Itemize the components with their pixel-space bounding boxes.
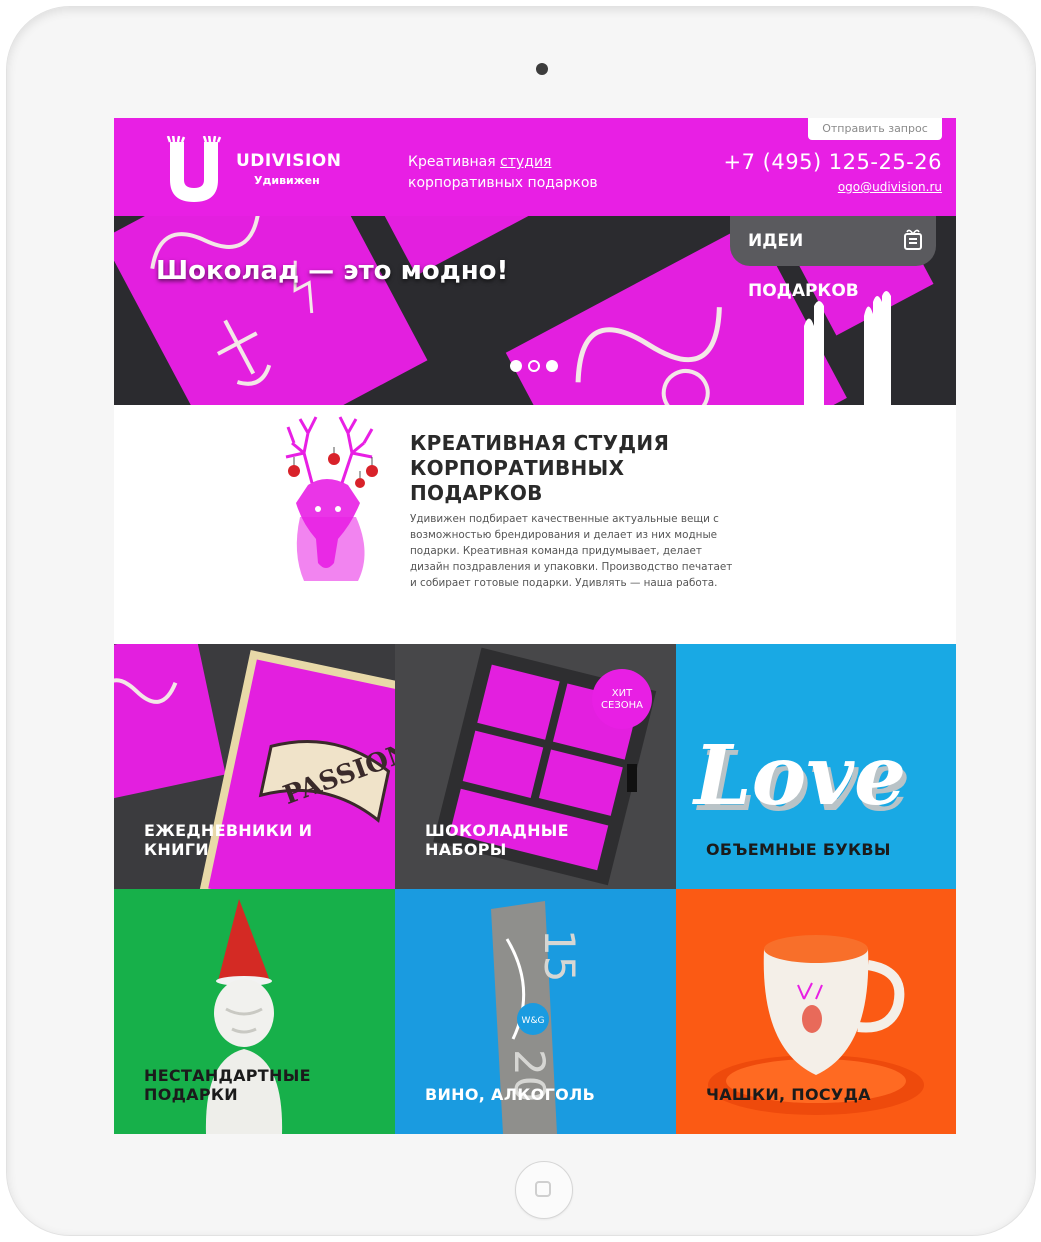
category-label-chocolate: ШОКОЛАДНЫЕ НАБОРЫ — [425, 821, 569, 859]
category-tile-wine[interactable]: W&G 15 20 ВИНО, АЛКОГОЛЬ — [395, 889, 676, 1134]
category-tile-diaries[interactable]: PASSION ЕЖЕДНЕВНИКИ И КНИГИ — [114, 644, 395, 889]
front-camera — [536, 63, 548, 75]
udivision-logo-icon[interactable] — [166, 136, 222, 206]
header-tagline: Креативная студия корпоративных подарков — [408, 152, 598, 194]
about-description: Удивижен подбирает качественные актуальн… — [410, 513, 733, 589]
about-title: КРЕАТИВНАЯ СТУДИЯ КОРПОРАТИВНЫХ ПОДАРКОВ — [410, 431, 670, 505]
home-button[interactable] — [515, 1161, 573, 1219]
category-tile-letters[interactable]: Love Love ОБЪЕМНЫЕ БУКВЫ — [676, 644, 956, 889]
hero-title: Шоколад — это модно! — [156, 256, 509, 286]
category-label-wine: ВИНО, АЛКОГОЛЬ — [425, 1085, 596, 1104]
brand-subtitle: Удивижен — [254, 174, 320, 187]
gift-ideas-label: ИДЕИ ПОДАРКОВ — [748, 231, 859, 301]
brand-name: UDIVISION — [236, 151, 342, 171]
hit-season-badge: ХИТ СЕЗОНА — [592, 669, 652, 729]
phone-number[interactable]: +7 (495) 125-25-26 — [724, 150, 942, 174]
category-tile-chocolate[interactable]: ХИТ СЕЗОНА ШОКОЛАДНЫЕ НАБОРЫ — [395, 644, 676, 889]
tagline-studio-link[interactable]: студия — [500, 154, 551, 170]
tagline-line2: корпоративных подарков — [408, 175, 598, 191]
site-header: UDIVISION Удивижен Креативная студия кор… — [114, 118, 956, 216]
slider-dot-2[interactable] — [528, 360, 540, 372]
badge-line1: ХИТ — [612, 688, 633, 699]
category-label-unusual: НЕСТАНДАРТНЫЕ ПОДАРКИ — [144, 1066, 311, 1104]
category-tile-cups[interactable]: ЧАШКИ, ПОСУДА — [676, 889, 956, 1134]
email-link[interactable]: ogo@udivision.ru — [838, 180, 942, 194]
wine-logo-text: W&G — [522, 1016, 545, 1026]
category-tile-unusual[interactable]: НЕСТАНДАРТНЫЕ ПОДАРКИ — [114, 889, 395, 1134]
slider-dot-1[interactable] — [510, 360, 522, 372]
slider-dot-3[interactable] — [546, 360, 558, 372]
love-art-text: Love — [692, 728, 906, 824]
about-section: КРЕАТИВНАЯ СТУДИЯ КОРПОРАТИВНЫХ ПОДАРКОВ… — [114, 405, 956, 644]
hero-slider: Шоколад — это модно! ИДЕИ ПОДАРКОВ — [114, 216, 956, 405]
gift-bag-icon — [904, 229, 922, 250]
badge-line2: СЕЗОНА — [601, 700, 643, 711]
send-request-button[interactable]: Отправить запрос — [808, 118, 942, 140]
wine-year-top: 15 — [535, 929, 584, 982]
gift-ideas-tab[interactable]: ИДЕИ ПОДАРКОВ — [730, 216, 936, 301]
deer-illustration — [285, 416, 378, 581]
category-label-letters: ОБЪЕМНЫЕ БУКВЫ — [706, 840, 891, 859]
category-label-cups: ЧАШКИ, ПОСУДА — [706, 1085, 871, 1104]
home-square-icon — [535, 1181, 551, 1197]
website-screen: UDIVISION Удивижен Креативная студия кор… — [114, 118, 956, 1134]
category-label-diaries: ЕЖЕДНЕВНИКИ И КНИГИ — [144, 821, 313, 859]
tagline-prefix: Креативная — [408, 154, 501, 170]
